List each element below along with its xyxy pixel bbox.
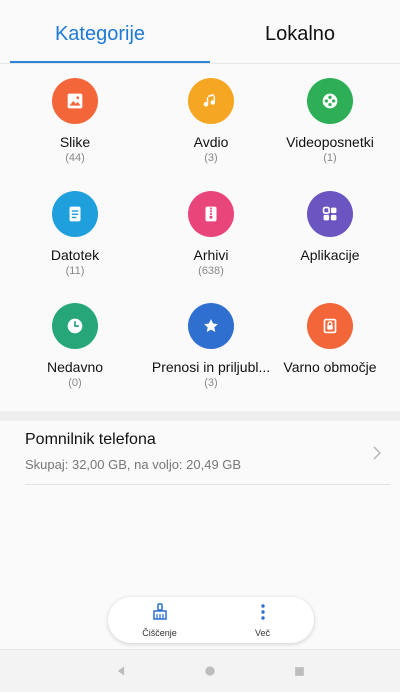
category-varno-obmocje[interactable]: Varno območje — [265, 303, 395, 377]
tab-kategorije[interactable]: Kategorije — [0, 0, 200, 64]
recents-square-icon[interactable] — [290, 662, 308, 680]
category-label: Datotek — [50, 247, 100, 263]
tab-bar: Kategorije Lokalno — [0, 0, 400, 64]
more-label: Več — [254, 628, 270, 638]
bottom-action-bar: Čiščenje Več — [108, 597, 314, 643]
cleanup-label: Čiščenje — [142, 628, 177, 638]
more-vertical-icon — [253, 602, 273, 627]
phone-storage-row[interactable]: Pomnilnik telefona Skupaj: 32,00 GB, na … — [0, 421, 400, 485]
category-label: Videoposnetki — [286, 134, 374, 150]
category-label: Varno območje — [283, 359, 377, 375]
clock-icon — [52, 303, 98, 349]
category-label: Avdio — [193, 134, 229, 150]
film-reel-icon — [307, 78, 353, 124]
star-icon — [188, 303, 234, 349]
system-nav-bar — [0, 649, 400, 692]
storage-divider — [25, 484, 390, 485]
category-count: (0) — [68, 377, 82, 389]
home-circle-icon[interactable] — [201, 662, 219, 680]
category-nedavno[interactable]: Nedavno (0) — [10, 303, 140, 389]
image-icon — [52, 78, 98, 124]
category-slike[interactable]: Slike (44) — [10, 78, 140, 164]
category-count: (3) — [204, 377, 218, 389]
category-videoposnetki[interactable]: Videoposnetki (1) — [265, 78, 395, 164]
category-count: (44) — [65, 152, 85, 164]
category-avdio[interactable]: Avdio (3) — [146, 78, 276, 164]
storage-summary: Skupaj: 32,00 GB, na voljo: 20,49 GB — [25, 457, 242, 472]
category-datotek[interactable]: Datotek (11) — [10, 191, 140, 277]
cleanup-button[interactable]: Čiščenje — [108, 597, 211, 643]
category-count: (11) — [65, 265, 85, 277]
category-prenosi[interactable]: Prenosi in priljubl... (3) — [146, 303, 276, 389]
category-label: Slike — [59, 134, 91, 150]
chevron-right-icon — [368, 441, 386, 465]
category-count: (638) — [198, 265, 224, 277]
safe-lock-icon — [307, 303, 353, 349]
apps-grid-icon — [307, 191, 353, 237]
category-count: (3) — [204, 152, 218, 164]
tab-lokalno[interactable]: Lokalno — [200, 0, 400, 64]
document-icon — [52, 191, 98, 237]
section-divider — [0, 411, 400, 421]
category-count: (1) — [323, 152, 337, 164]
category-arhivi[interactable]: Arhivi (638) — [146, 191, 276, 277]
back-triangle-icon[interactable] — [112, 662, 130, 680]
tab-divider — [0, 63, 400, 64]
music-note-icon — [188, 78, 234, 124]
category-aplikacije[interactable]: Aplikacije — [265, 191, 395, 265]
broom-icon — [150, 602, 170, 627]
category-label: Aplikacije — [300, 247, 360, 263]
category-label: Arhivi — [193, 247, 229, 263]
storage-title: Pomnilnik telefona — [25, 431, 156, 448]
archive-zip-icon — [188, 191, 234, 237]
category-label: Prenosi in priljubl... — [151, 359, 271, 375]
category-label: Nedavno — [46, 359, 104, 375]
more-button[interactable]: Več — [211, 597, 314, 643]
